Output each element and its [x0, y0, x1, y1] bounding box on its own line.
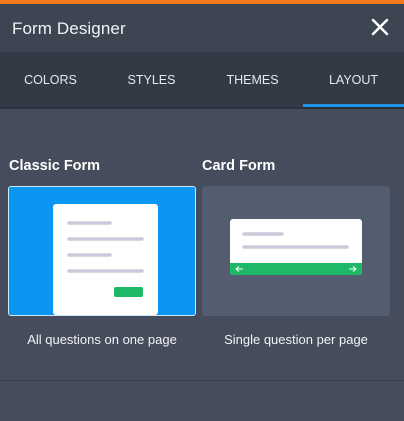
card-form-preview-icon [230, 219, 362, 275]
classic-form-option[interactable] [8, 186, 196, 316]
classic-form-title: Classic Form [9, 158, 101, 174]
classic-form-preview-icon [53, 204, 158, 315]
tab-colors[interactable]: COLORS [0, 52, 101, 107]
tab-themes[interactable]: THEMES [202, 52, 303, 107]
close-button[interactable] [370, 17, 390, 37]
close-icon [371, 18, 389, 36]
tab-styles[interactable]: STYLES [101, 52, 202, 107]
window-title: Form Designer [12, 19, 126, 38]
card-form-title: Card Form [202, 158, 276, 174]
tab-bar: COLORS STYLES THEMES LAYOUT [0, 52, 404, 107]
tab-layout[interactable]: LAYOUT [303, 52, 404, 107]
classic-form-caption: All questions on one page [27, 332, 177, 347]
bottom-divider [0, 380, 404, 381]
card-form-caption: Single question per page [224, 332, 368, 347]
header: Form Designer [0, 4, 404, 52]
tabs-divider [0, 107, 404, 109]
card-form-option[interactable] [202, 186, 390, 316]
